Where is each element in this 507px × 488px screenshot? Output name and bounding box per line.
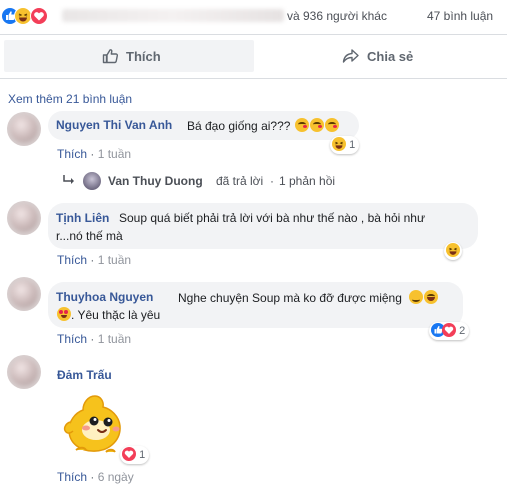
kissing-emoji-icon [309, 118, 324, 132]
love-reaction-icon [122, 447, 136, 461]
comment-meta: Thích · 1 tuần [57, 147, 131, 161]
comment-text-content: . Yêu thặc là yêu [71, 308, 161, 322]
comment-text-line2: . Yêu thặc là yêu [56, 307, 160, 322]
reaction-count-badge[interactable]: 1 [330, 136, 360, 154]
comment-text: Bá đạo giống ai??? [187, 118, 339, 133]
reaction-count: 1 [139, 449, 146, 461]
comment-time[interactable]: 1 tuần [98, 332, 131, 346]
divider [0, 34, 507, 35]
comments-count[interactable]: 47 bình luận [427, 9, 493, 23]
divider [0, 78, 507, 79]
sticker-image [62, 392, 128, 458]
share-button[interactable]: Chia sẻ [256, 40, 503, 72]
share-button-label: Chia sẻ [367, 49, 414, 64]
comment-meta: Thích · 1 tuần [57, 332, 131, 346]
reply-avatar [83, 172, 101, 190]
avatar[interactable] [7, 112, 41, 146]
avatar[interactable] [7, 201, 41, 235]
comment-time[interactable]: 6 ngày [98, 470, 134, 484]
share-arrow-icon [342, 48, 360, 67]
reactions-summary[interactable]: và 936 người khác 47 bình luận [0, 0, 507, 32]
upside-down-emoji-icon [409, 290, 424, 304]
avatar[interactable] [7, 277, 41, 311]
reaction-count: 2 [459, 325, 466, 337]
others-count-text[interactable]: và 936 người khác [287, 9, 387, 23]
dot-separator: · [90, 332, 95, 346]
comment-time[interactable]: 1 tuần [98, 253, 131, 267]
comment-time[interactable]: 1 tuần [98, 147, 131, 161]
love-reaction-icon [30, 7, 48, 25]
like-comment-link[interactable]: Thích [57, 147, 87, 161]
kissing-emoji-icon [324, 118, 339, 132]
blurred-names [62, 9, 284, 22]
like-button-label: Thích [126, 49, 161, 64]
haha-reaction-icon [332, 137, 346, 151]
dot-separator: · [90, 470, 95, 484]
reply-action: đã trả lời [216, 174, 264, 188]
dot-separator: · [90, 253, 95, 267]
comment-author[interactable]: Tịnh Liên [56, 211, 109, 225]
comment-text-content: Bá đạo giống ai??? [187, 119, 291, 133]
thumbs-up-icon [101, 47, 119, 68]
heart-eyes-emoji-icon [57, 307, 71, 321]
comment-author[interactable]: Nguyen Thi Van Anh [56, 118, 172, 132]
comment-text-content: Nghe chuyện Soup mà ko đỡ được miệng [178, 291, 402, 305]
grinning-emoji-icon [424, 290, 439, 304]
kissing-emoji-icon [294, 118, 309, 132]
comment-author[interactable]: Thuyhoa Nguyen [56, 290, 153, 304]
like-button[interactable]: Thích [4, 40, 254, 72]
view-more-comments-link[interactable]: Xem thêm 21 bình luận [8, 92, 132, 106]
comment-author[interactable]: Đảm Trấu [57, 368, 112, 382]
reply-author[interactable]: Van Thuy Duong [108, 174, 203, 188]
like-comment-link[interactable]: Thích [57, 332, 87, 346]
comment-text-line1: Nghe chuyện Soup mà ko đỡ được miệng [178, 290, 439, 305]
avatar[interactable] [7, 355, 41, 389]
reaction-count: 1 [349, 139, 356, 151]
love-reaction-icon [442, 323, 456, 337]
reaction-count-badge[interactable]: 2 [429, 322, 470, 340]
comment-meta: Thích · 6 ngày [57, 470, 134, 484]
dot-separator: · [90, 147, 95, 161]
like-comment-link[interactable]: Thích [57, 253, 87, 267]
reply-count: 1 phản hồi [279, 174, 336, 188]
reply-arrow-icon [62, 175, 76, 190]
reaction-badge[interactable] [444, 242, 462, 260]
comment-text-line2: r...nó thế mà [56, 229, 123, 243]
haha-reaction-icon [446, 243, 460, 257]
comment-text-line1: Soup quá biết phải trả lời với bà như th… [119, 211, 426, 225]
comment-meta: Thích · 1 tuần [57, 253, 131, 267]
dot-separator: · [270, 174, 274, 188]
like-comment-link[interactable]: Thích [57, 470, 87, 484]
reaction-count-badge[interactable]: 1 [120, 446, 150, 464]
